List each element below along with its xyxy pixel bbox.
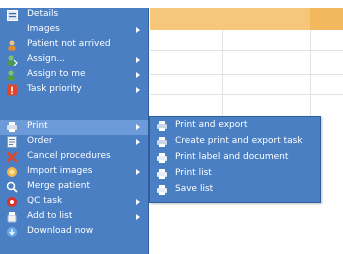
submenu-arrow-icon — [136, 214, 140, 220]
menu-item-merge-patient[interactable]: Merge patient — [0, 180, 148, 195]
merge-patient-icon — [6, 181, 18, 193]
submenu-arrow-icon — [136, 139, 140, 145]
import-images-icon — [6, 166, 18, 178]
print-icon — [6, 121, 18, 133]
menu-item-assign-to-me[interactable]: Assign to me — [0, 68, 148, 83]
table-header-cell — [310, 8, 343, 30]
menu-item-assign[interactable]: Assign... — [0, 53, 148, 68]
menu-item-print[interactable]: Print — [0, 120, 148, 135]
printer-icon — [156, 184, 168, 196]
menu-item-patient-not-arrived[interactable]: Patient not arrived — [0, 38, 148, 53]
submenu-item-print-list[interactable]: Print list — [150, 167, 320, 182]
assign-to-me-icon — [6, 69, 18, 81]
download-icon — [6, 226, 18, 238]
context-menu: Details Images Patient not arrived Assig… — [0, 8, 149, 254]
printer-icon — [156, 168, 168, 180]
order-icon — [6, 136, 18, 148]
menu-item-details[interactable]: Details — [0, 8, 148, 23]
submenu-arrow-icon — [136, 169, 140, 175]
add-to-list-icon — [6, 211, 18, 223]
menu-item-images[interactable]: Images — [0, 23, 148, 38]
menu-item-add-to-list[interactable]: Add to list — [0, 210, 148, 225]
menu-item-qc-task[interactable]: QC task — [0, 195, 148, 210]
menu-item-import-images[interactable]: Import images — [0, 165, 148, 180]
print-submenu: Print and export Create print and export… — [149, 116, 321, 203]
submenu-arrow-icon — [136, 199, 140, 205]
assign-icon — [6, 54, 18, 66]
print-task-icon — [156, 136, 168, 148]
task-priority-icon — [6, 84, 18, 96]
submenu-arrow-icon — [136, 57, 140, 63]
qc-task-icon — [6, 196, 18, 208]
print-export-icon — [156, 120, 168, 132]
menu-item-order[interactable]: Order — [0, 135, 148, 150]
submenu-item-print-label[interactable]: Print label and document — [150, 151, 320, 166]
submenu-item-print-and-export[interactable]: Print and export — [150, 119, 320, 134]
submenu-item-create-print-task[interactable]: Create print and export task — [150, 135, 320, 150]
details-icon — [6, 9, 18, 21]
menu-item-task-priority[interactable]: Task priority — [0, 83, 148, 98]
cancel-icon — [6, 151, 18, 163]
submenu-arrow-icon — [136, 27, 140, 33]
submenu-arrow-icon — [136, 87, 140, 93]
menu-item-download-now[interactable]: Download now — [0, 225, 148, 240]
table-body — [150, 30, 343, 116]
submenu-arrow-icon — [136, 72, 140, 78]
printer-icon — [156, 152, 168, 164]
menu-item-cancel-procedures[interactable]: Cancel procedures — [0, 150, 148, 165]
patient-not-arrived-icon — [6, 39, 18, 51]
submenu-arrow-icon — [136, 124, 140, 130]
submenu-item-save-list[interactable]: Save list — [150, 183, 320, 198]
